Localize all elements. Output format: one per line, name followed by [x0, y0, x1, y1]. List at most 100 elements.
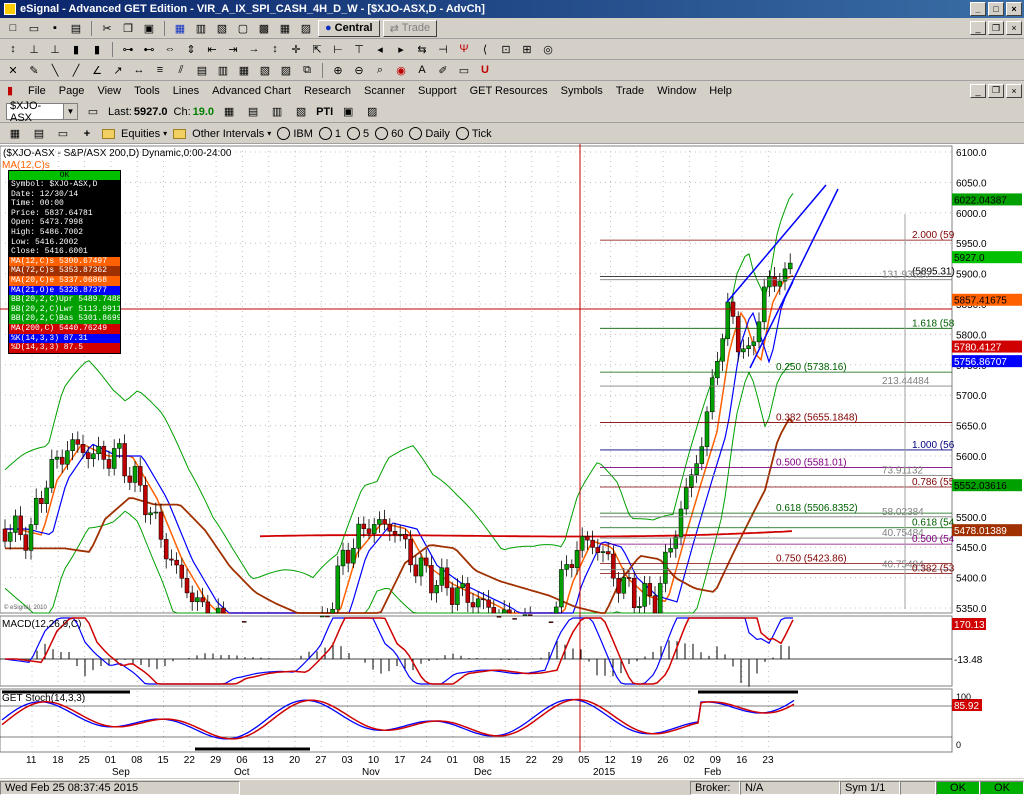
- menu-tools[interactable]: Tools: [133, 85, 161, 97]
- crosshair-icon[interactable]: ✕: [4, 62, 22, 79]
- zoom-icon[interactable]: ⊕: [329, 62, 347, 79]
- menu-view[interactable]: View: [96, 85, 122, 97]
- news-icon[interactable]: ▧: [213, 20, 231, 37]
- mdi-restore-button[interactable]: ❐: [988, 83, 1004, 98]
- note-icon[interactable]: ✐: [434, 62, 452, 79]
- mob-icon[interactable]: ▨: [363, 103, 381, 120]
- copy-chart-icon[interactable]: ⧉: [298, 62, 316, 79]
- equities-dropdown[interactable]: Equities ▾: [102, 128, 167, 140]
- menu-lines[interactable]: Lines: [172, 85, 200, 97]
- pencil-icon[interactable]: ✎: [25, 62, 43, 79]
- menu-research[interactable]: Research: [303, 85, 352, 97]
- swap-icon[interactable]: ⇆: [413, 41, 431, 58]
- fibarc-icon[interactable]: ▧: [256, 62, 274, 79]
- paste-icon[interactable]: ▣: [140, 20, 158, 37]
- menu-get-resources[interactable]: GET Resources: [469, 85, 549, 97]
- page-icon[interactable]: ▭: [54, 125, 72, 142]
- grid-view-icon[interactable]: ▤: [244, 103, 262, 120]
- cursor-icon[interactable]: ↕: [4, 41, 22, 58]
- interval-1[interactable]: 1: [318, 127, 341, 140]
- app-menu-icon[interactable]: ▮: [4, 82, 16, 99]
- chart-window[interactable]: 2.000 (59 (5895.31) 131.93516 1.618 (58 0.25…: [0, 144, 1024, 778]
- open-icon[interactable]: ▭: [25, 20, 43, 37]
- u-icon[interactable]: U: [476, 62, 494, 79]
- box-icon[interactable]: ⊡: [497, 41, 515, 58]
- vline-icon[interactable]: ⊤: [350, 41, 368, 58]
- cut-icon[interactable]: ✂: [98, 20, 116, 37]
- link-icon[interactable]: ▭: [84, 103, 102, 120]
- alert-icon[interactable]: ◉: [392, 62, 410, 79]
- other-intervals-dropdown[interactable]: Other Intervals ▾: [173, 128, 271, 140]
- mdi-close-button[interactable]: ×: [1006, 83, 1022, 98]
- gann-icon[interactable]: ▨: [277, 62, 295, 79]
- compare-icon[interactable]: ▥: [268, 103, 286, 120]
- save-icon[interactable]: ▪: [46, 20, 64, 37]
- child-minimize-button[interactable]: _: [970, 21, 986, 35]
- fibret-icon[interactable]: ▤: [193, 62, 211, 79]
- trade-button[interactable]: ⇄ Trade: [382, 19, 438, 37]
- menu-help[interactable]: Help: [708, 85, 733, 97]
- scroll-left-icon[interactable]: ⇤: [203, 41, 221, 58]
- pti-label[interactable]: PTI: [316, 106, 333, 118]
- fan-icon[interactable]: ⟨: [476, 41, 494, 58]
- fib-icon[interactable]: ⊣: [434, 41, 452, 58]
- print-icon[interactable]: ▤: [67, 20, 85, 37]
- bar-chart2-icon[interactable]: ▮: [88, 41, 106, 58]
- study-icon[interactable]: ▧: [292, 103, 310, 120]
- line-icon[interactable]: ╲: [46, 62, 64, 79]
- maximize-button[interactable]: □: [988, 2, 1004, 16]
- menu-scanner[interactable]: Scanner: [363, 85, 406, 97]
- ellipse-icon[interactable]: ◎: [539, 41, 557, 58]
- find-icon[interactable]: ⌕: [371, 62, 389, 79]
- arrow-right-icon[interactable]: →: [245, 41, 263, 58]
- menu-support[interactable]: Support: [417, 85, 458, 97]
- central-button[interactable]: ● Central: [318, 19, 380, 37]
- child-close-button[interactable]: ×: [1006, 21, 1022, 35]
- cross-icon[interactable]: ✛: [287, 41, 305, 58]
- label-icon[interactable]: ▭: [455, 62, 473, 79]
- bar-icon[interactable]: ⊥: [25, 41, 43, 58]
- time-icon[interactable]: ⊞: [518, 41, 536, 58]
- menu-advanced-chart[interactable]: Advanced Chart: [211, 85, 292, 97]
- parallel-icon[interactable]: ⫽: [172, 62, 190, 79]
- grid-icon[interactable]: ▦: [276, 20, 294, 37]
- fibtime-icon[interactable]: ▦: [235, 62, 253, 79]
- chevron-down-icon[interactable]: ▼: [63, 104, 77, 119]
- scroll-right-icon[interactable]: ⇥: [224, 41, 242, 58]
- fibext-icon[interactable]: ▥: [214, 62, 232, 79]
- mdi-minimize-button[interactable]: _: [970, 83, 986, 98]
- template-icon[interactable]: ▤: [30, 125, 48, 142]
- menu-page[interactable]: Page: [58, 85, 86, 97]
- data-window[interactable]: OK Symbol: $XJO-ASX,D Date: 12/30/14 Time:…: [8, 170, 121, 354]
- window-icon[interactable]: ▢: [234, 20, 252, 37]
- zoom-out-icon[interactable]: ⊶: [119, 41, 137, 58]
- close-button[interactable]: ×: [1006, 2, 1022, 16]
- magnify-icon[interactable]: ⊖: [350, 62, 368, 79]
- quote-icon[interactable]: ▥: [192, 20, 210, 37]
- menu-file[interactable]: File: [27, 85, 47, 97]
- text-icon[interactable]: A: [413, 62, 431, 79]
- price-chart[interactable]: 2.000 (59(5895.31)131.935161.618 (580.25…: [0, 144, 1024, 778]
- menu-symbols[interactable]: Symbols: [560, 85, 604, 97]
- trend-icon[interactable]: ╱: [67, 62, 85, 79]
- zoom-in-icon[interactable]: ⊷: [140, 41, 158, 58]
- angle-icon[interactable]: ∠: [88, 62, 106, 79]
- hline-icon[interactable]: ⊢: [329, 41, 347, 58]
- interval-60[interactable]: 60: [375, 127, 403, 140]
- scan-icon[interactable]: ▨: [297, 20, 315, 37]
- minimize-button[interactable]: _: [970, 2, 986, 16]
- interval-5[interactable]: 5: [347, 127, 369, 140]
- bar-chart-icon[interactable]: ▮: [67, 41, 85, 58]
- left-icon[interactable]: ◂: [371, 41, 389, 58]
- plus-icon[interactable]: +: [78, 125, 96, 142]
- pitchfork-icon[interactable]: Ψ: [455, 41, 473, 58]
- horizontal-icon[interactable]: ↔: [130, 62, 148, 79]
- display-icon[interactable]: ▣: [339, 103, 357, 120]
- chart-type-icon[interactable]: ▦: [220, 103, 238, 120]
- interval-ibm[interactable]: IBM: [277, 127, 313, 140]
- expand-icon[interactable]: ⇔: [161, 41, 179, 58]
- menu-window[interactable]: Window: [656, 85, 697, 97]
- interval-daily[interactable]: Daily: [409, 127, 450, 140]
- channel-icon[interactable]: ≡: [151, 62, 169, 79]
- move-icon[interactable]: ⇱: [308, 41, 326, 58]
